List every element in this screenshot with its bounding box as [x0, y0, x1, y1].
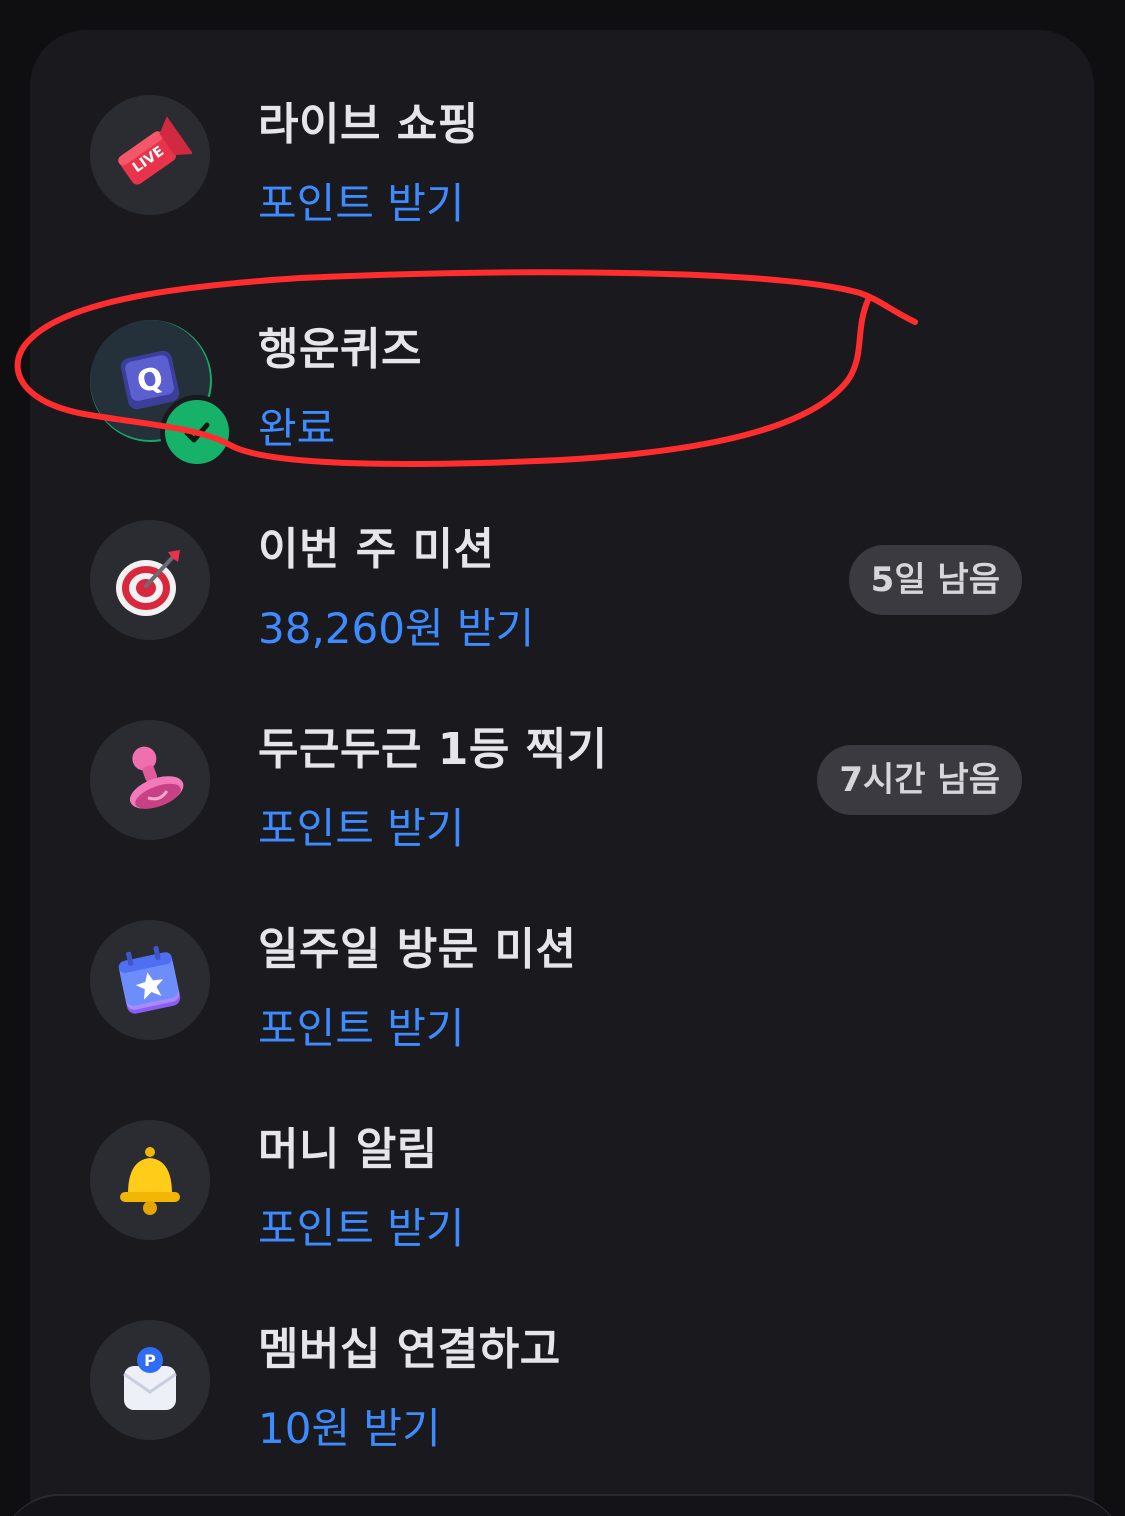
calendar-star-icon	[90, 920, 210, 1040]
mission-row-money-alert[interactable]: 머니 알림 포인트 받기	[30, 1055, 1094, 1255]
get-points-link[interactable]: 포인트 받기	[258, 995, 465, 1056]
mission-title: 멤버십 연결하고	[258, 1324, 561, 1375]
completed-label: 완료	[258, 404, 336, 453]
mission-row-lucky-quiz[interactable]: Q 행운퀴즈 완료	[30, 255, 1094, 469]
svg-text:P: P	[144, 1351, 156, 1370]
live-shopping-icon: LIVE	[90, 95, 210, 215]
mission-row-first-place[interactable]: 두근두근 1등 찍기 포인트 받기 7시간 남음	[30, 655, 1094, 855]
get-points-link[interactable]: 포인트 받기	[258, 1195, 465, 1256]
mission-title: 라이브 쇼핑	[258, 99, 479, 150]
mission-title: 행운퀴즈	[258, 324, 422, 375]
mission-row-weekly-visit[interactable]: 일주일 방문 미션 포인트 받기	[30, 855, 1094, 1055]
stamp-icon	[90, 720, 210, 840]
bottom-sheet-edge	[0, 1494, 1125, 1516]
get-points-link[interactable]: 포인트 받기	[258, 170, 465, 231]
get-reward-link[interactable]: 10원 받기	[258, 1395, 441, 1456]
mission-title: 이번 주 미션	[258, 524, 495, 575]
get-reward-link[interactable]: 38,260원 받기	[258, 595, 534, 656]
mission-row-membership[interactable]: P 멤버십 연결하고 10원 받기	[30, 1255, 1094, 1455]
page: LIVE 라이브 쇼핑 포인트 받기 Q 행운퀴즈 완료 이번 주 미션 38,…	[0, 0, 1125, 1516]
bell-icon	[90, 1120, 210, 1240]
mission-title: 머니 알림	[258, 1124, 438, 1175]
target-dart-icon	[90, 520, 210, 640]
membership-envelope-icon: P	[90, 1320, 210, 1440]
mission-row-live-shopping[interactable]: LIVE 라이브 쇼핑 포인트 받기	[30, 30, 1094, 230]
get-points-link[interactable]: 포인트 받기	[258, 795, 465, 856]
mission-title: 일주일 방문 미션	[258, 924, 577, 975]
time-left-badge: 7시간 남음	[817, 745, 1022, 815]
mission-row-weekly[interactable]: 이번 주 미션 38,260원 받기 5일 남음	[30, 455, 1094, 655]
time-left-badge: 5일 남음	[848, 545, 1022, 615]
mission-title: 두근두근 1등 찍기	[258, 724, 608, 775]
